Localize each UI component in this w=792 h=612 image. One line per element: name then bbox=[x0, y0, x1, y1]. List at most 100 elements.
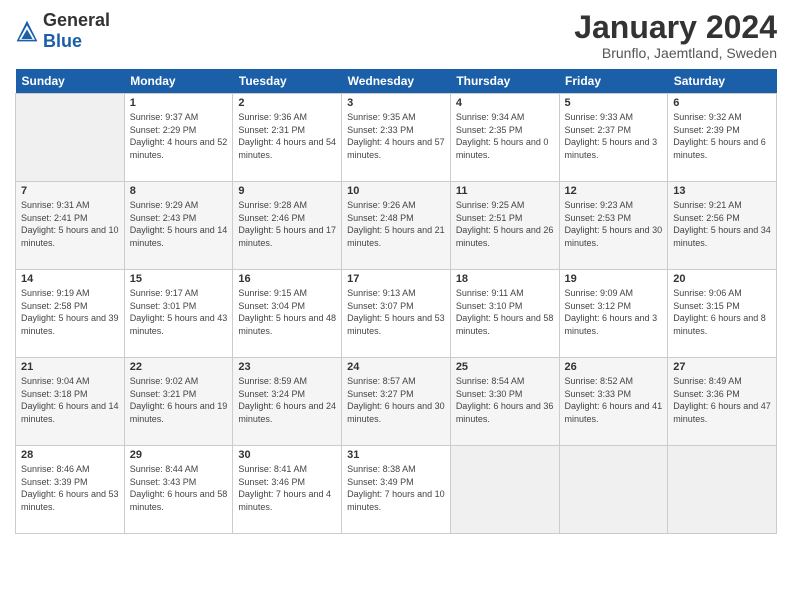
day-info: Sunrise: 8:41 AMSunset: 3:46 PMDaylight:… bbox=[238, 463, 336, 513]
day-info: Sunrise: 8:52 AMSunset: 3:33 PMDaylight:… bbox=[565, 375, 663, 425]
day-number: 3 bbox=[347, 97, 445, 109]
month-title: January 2024 bbox=[574, 10, 777, 45]
day-info: Sunrise: 9:37 AMSunset: 2:29 PMDaylight:… bbox=[130, 111, 228, 161]
calendar-cell: 12 Sunrise: 9:23 AMSunset: 2:53 PMDayligh… bbox=[559, 182, 668, 270]
calendar-row: 1 Sunrise: 9:37 AMSunset: 2:29 PMDaylight… bbox=[16, 94, 777, 182]
day-number: 21 bbox=[21, 361, 119, 373]
calendar-row: 28 Sunrise: 8:46 AMSunset: 3:39 PMDayligh… bbox=[16, 446, 777, 534]
day-number: 6 bbox=[673, 97, 771, 109]
col-thursday: Thursday bbox=[450, 69, 559, 94]
calendar-cell: 22 Sunrise: 9:02 AMSunset: 3:21 PMDayligh… bbox=[124, 358, 233, 446]
col-monday: Monday bbox=[124, 69, 233, 94]
day-number: 23 bbox=[238, 361, 336, 373]
calendar-cell: 6 Sunrise: 9:32 AMSunset: 2:39 PMDaylight… bbox=[668, 94, 777, 182]
calendar-cell: 24 Sunrise: 8:57 AMSunset: 3:27 PMDayligh… bbox=[342, 358, 451, 446]
calendar-cell: 17 Sunrise: 9:13 AMSunset: 3:07 PMDayligh… bbox=[342, 270, 451, 358]
calendar-cell bbox=[559, 446, 668, 534]
logo-icon bbox=[15, 19, 39, 43]
day-number: 12 bbox=[565, 185, 663, 197]
day-number: 22 bbox=[130, 361, 228, 373]
calendar-cell: 3 Sunrise: 9:35 AMSunset: 2:33 PMDaylight… bbox=[342, 94, 451, 182]
calendar-cell: 19 Sunrise: 9:09 AMSunset: 3:12 PMDayligh… bbox=[559, 270, 668, 358]
logo-text: General Blue bbox=[43, 10, 110, 52]
day-info: Sunrise: 9:34 AMSunset: 2:35 PMDaylight:… bbox=[456, 111, 554, 161]
day-number: 31 bbox=[347, 449, 445, 461]
calendar-row: 21 Sunrise: 9:04 AMSunset: 3:18 PMDayligh… bbox=[16, 358, 777, 446]
day-number: 17 bbox=[347, 273, 445, 285]
calendar-cell: 4Sunrise: 9:34 AMSunset: 2:35 PMDaylight… bbox=[450, 94, 559, 182]
day-info: Sunrise: 9:06 AMSunset: 3:15 PMDaylight:… bbox=[673, 287, 771, 337]
day-number: 18 bbox=[456, 273, 554, 285]
logo-general: General bbox=[43, 10, 110, 30]
calendar-cell: 15 Sunrise: 9:17 AMSunset: 3:01 PMDayligh… bbox=[124, 270, 233, 358]
day-info: Sunrise: 8:54 AMSunset: 3:30 PMDaylight:… bbox=[456, 375, 554, 425]
calendar-cell bbox=[668, 446, 777, 534]
calendar-cell: 18 Sunrise: 9:11 AMSunset: 3:10 PMDayligh… bbox=[450, 270, 559, 358]
day-info: Sunrise: 9:28 AMSunset: 2:46 PMDaylight:… bbox=[238, 199, 336, 249]
calendar-cell: 7Sunrise: 9:31 AMSunset: 2:41 PMDaylight… bbox=[16, 182, 125, 270]
day-info: Sunrise: 9:25 AMSunset: 2:51 PMDaylight:… bbox=[456, 199, 554, 249]
calendar-row: 14 Sunrise: 9:19 AMSunset: 2:58 PMDayligh… bbox=[16, 270, 777, 358]
day-number: 16 bbox=[238, 273, 336, 285]
day-info: Sunrise: 9:23 AMSunset: 2:53 PMDaylight:… bbox=[565, 199, 663, 249]
day-info: Sunrise: 9:13 AMSunset: 3:07 PMDaylight:… bbox=[347, 287, 445, 337]
calendar-cell: 29 Sunrise: 8:44 AMSunset: 3:43 PMDayligh… bbox=[124, 446, 233, 534]
calendar-cell: 31 Sunrise: 8:38 AMSunset: 3:49 PMDayligh… bbox=[342, 446, 451, 534]
day-number: 19 bbox=[565, 273, 663, 285]
day-info: Sunrise: 8:44 AMSunset: 3:43 PMDaylight:… bbox=[130, 463, 228, 513]
day-info: Sunrise: 9:26 AMSunset: 2:48 PMDaylight:… bbox=[347, 199, 445, 249]
calendar-cell: 28 Sunrise: 8:46 AMSunset: 3:39 PMDayligh… bbox=[16, 446, 125, 534]
day-info: Sunrise: 9:02 AMSunset: 3:21 PMDaylight:… bbox=[130, 375, 228, 425]
col-sunday: Sunday bbox=[16, 69, 125, 94]
day-info: Sunrise: 9:04 AMSunset: 3:18 PMDaylight:… bbox=[21, 375, 119, 425]
calendar-cell: 11 Sunrise: 9:25 AMSunset: 2:51 PMDayligh… bbox=[450, 182, 559, 270]
day-info: Sunrise: 9:15 AMSunset: 3:04 PMDaylight:… bbox=[238, 287, 336, 337]
col-friday: Friday bbox=[559, 69, 668, 94]
calendar-cell: 25Sunrise: 8:54 AMSunset: 3:30 PMDayligh… bbox=[450, 358, 559, 446]
day-number: 27 bbox=[673, 361, 771, 373]
title-section: January 2024 Brunflo, Jaemtland, Sweden bbox=[574, 10, 777, 61]
calendar-cell: 21 Sunrise: 9:04 AMSunset: 3:18 PMDayligh… bbox=[16, 358, 125, 446]
day-info: Sunrise: 9:11 AMSunset: 3:10 PMDaylight:… bbox=[456, 287, 554, 337]
day-number: 1 bbox=[130, 97, 228, 109]
day-info: Sunrise: 9:19 AMSunset: 2:58 PMDaylight:… bbox=[21, 287, 119, 337]
day-number: 13 bbox=[673, 185, 771, 197]
day-info: Sunrise: 8:57 AMSunset: 3:27 PMDaylight:… bbox=[347, 375, 445, 425]
calendar-cell: 20Sunrise: 9:06 AMSunset: 3:15 PMDayligh… bbox=[668, 270, 777, 358]
day-number: 24 bbox=[347, 361, 445, 373]
col-tuesday: Tuesday bbox=[233, 69, 342, 94]
calendar-table: Sunday Monday Tuesday Wednesday Thursday… bbox=[15, 69, 777, 534]
calendar-cell: 16 Sunrise: 9:15 AMSunset: 3:04 PMDayligh… bbox=[233, 270, 342, 358]
day-number: 30 bbox=[238, 449, 336, 461]
day-info: Sunrise: 9:09 AMSunset: 3:12 PMDaylight:… bbox=[565, 287, 663, 337]
day-number: 15 bbox=[130, 273, 228, 285]
calendar-cell bbox=[450, 446, 559, 534]
day-number: 29 bbox=[130, 449, 228, 461]
day-number: 14 bbox=[21, 273, 119, 285]
day-number: 28 bbox=[21, 449, 119, 461]
day-info: Sunrise: 8:46 AMSunset: 3:39 PMDaylight:… bbox=[21, 463, 119, 513]
calendar-cell bbox=[16, 94, 125, 182]
day-info: Sunrise: 9:32 AMSunset: 2:39 PMDaylight:… bbox=[673, 111, 771, 161]
calendar-cell: 26Sunrise: 8:52 AMSunset: 3:33 PMDayligh… bbox=[559, 358, 668, 446]
day-number: 5 bbox=[565, 97, 663, 109]
calendar-cell: 10 Sunrise: 9:26 AMSunset: 2:48 PMDayligh… bbox=[342, 182, 451, 270]
location: Brunflo, Jaemtland, Sweden bbox=[574, 45, 777, 61]
day-number: 10 bbox=[347, 185, 445, 197]
day-info: Sunrise: 9:17 AMSunset: 3:01 PMDaylight:… bbox=[130, 287, 228, 337]
logo: General Blue bbox=[15, 10, 110, 52]
col-wednesday: Wednesday bbox=[342, 69, 451, 94]
calendar-cell: 8Sunrise: 9:29 AMSunset: 2:43 PMDaylight… bbox=[124, 182, 233, 270]
header: General Blue January 2024 Brunflo, Jaemt… bbox=[15, 10, 777, 61]
calendar-cell: 5Sunrise: 9:33 AMSunset: 2:37 PMDaylight… bbox=[559, 94, 668, 182]
header-row: Sunday Monday Tuesday Wednesday Thursday… bbox=[16, 69, 777, 94]
col-saturday: Saturday bbox=[668, 69, 777, 94]
calendar-row: 7Sunrise: 9:31 AMSunset: 2:41 PMDaylight… bbox=[16, 182, 777, 270]
day-number: 11 bbox=[456, 185, 554, 197]
calendar-cell: 27Sunrise: 8:49 AMSunset: 3:36 PMDayligh… bbox=[668, 358, 777, 446]
day-info: Sunrise: 8:38 AMSunset: 3:49 PMDaylight:… bbox=[347, 463, 445, 513]
day-info: Sunrise: 8:59 AMSunset: 3:24 PMDaylight:… bbox=[238, 375, 336, 425]
calendar-cell: 1 Sunrise: 9:37 AMSunset: 2:29 PMDaylight… bbox=[124, 94, 233, 182]
day-info: Sunrise: 9:35 AMSunset: 2:33 PMDaylight:… bbox=[347, 111, 445, 161]
day-number: 8 bbox=[130, 185, 228, 197]
